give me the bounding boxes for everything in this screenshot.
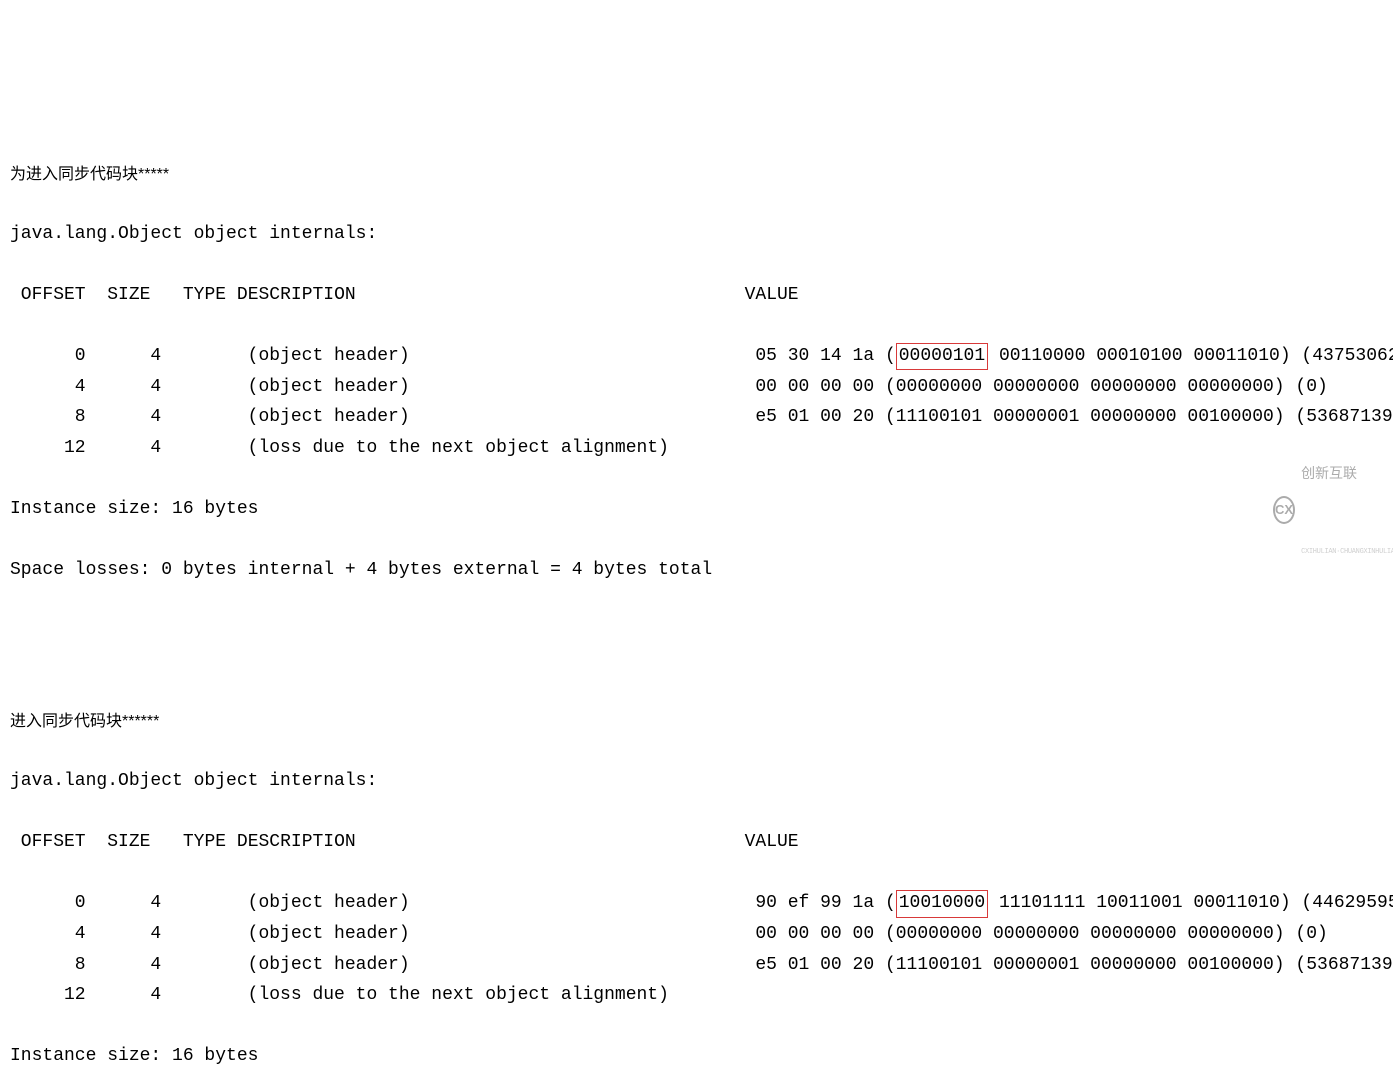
table-row: 8 4 (object header) e5 01 00 20 (1110010… [10,402,1383,433]
binary-highlight: 10010000 [896,890,988,917]
header-size: SIZE [107,285,150,305]
instance-size-1: Instance size: 16 bytes [10,494,1383,525]
table-row: 12 4 (loss due to the next object alignm… [10,980,1383,1011]
watermark-text: 创新互联 [1301,462,1393,486]
table-row: 0 4 (object header) 90 ef 99 1a (1001000… [10,888,1383,919]
intro-line-1: java.lang.Object object internals: [10,219,1383,250]
spacer [10,616,1383,647]
header-type: TYPE [183,832,226,852]
binary-highlight: 00000101 [896,343,988,370]
table-row: 12 4 (loss due to the next object alignm… [10,433,1383,464]
watermark-icon: CX [1273,496,1295,524]
space-losses-1: Space losses: 0 bytes internal + 4 bytes… [10,555,1383,586]
watermark-logo: CX 创新互联 CXIHULIAN·CHUANGXINHULIAN [1273,494,1383,526]
watermark-subtext: CXIHULIAN·CHUANGXINHULIAN [1301,547,1393,559]
table-row: 8 4 (object header) e5 01 00 20 (1110010… [10,950,1383,981]
header-type: TYPE [183,285,226,305]
header-value: VALUE [745,832,799,852]
section-heading-1: 为进入同步代码块***** [10,161,1383,188]
section-heading-2: 进入同步代码块****** [10,708,1383,735]
instance-size-2: Instance size: 16 bytes [10,1041,1383,1072]
table-header-1: OFFSET SIZE TYPE DESCRIPTION VALUE [10,280,1383,311]
header-description: DESCRIPTION [237,285,356,305]
header-offset: OFFSET [10,832,86,852]
intro-line-2: java.lang.Object object internals: [10,766,1383,797]
table-row: 4 4 (object header) 00 00 00 00 (0000000… [10,919,1383,950]
header-offset: OFFSET [10,285,86,305]
table-row: 0 4 (object header) 05 30 14 1a (0000010… [10,341,1383,372]
table-header-2: OFFSET SIZE TYPE DESCRIPTION VALUE [10,827,1383,858]
table-row: 4 4 (object header) 00 00 00 00 (0000000… [10,372,1383,403]
header-size: SIZE [107,832,150,852]
header-description: DESCRIPTION [237,832,356,852]
header-value: VALUE [745,285,799,305]
